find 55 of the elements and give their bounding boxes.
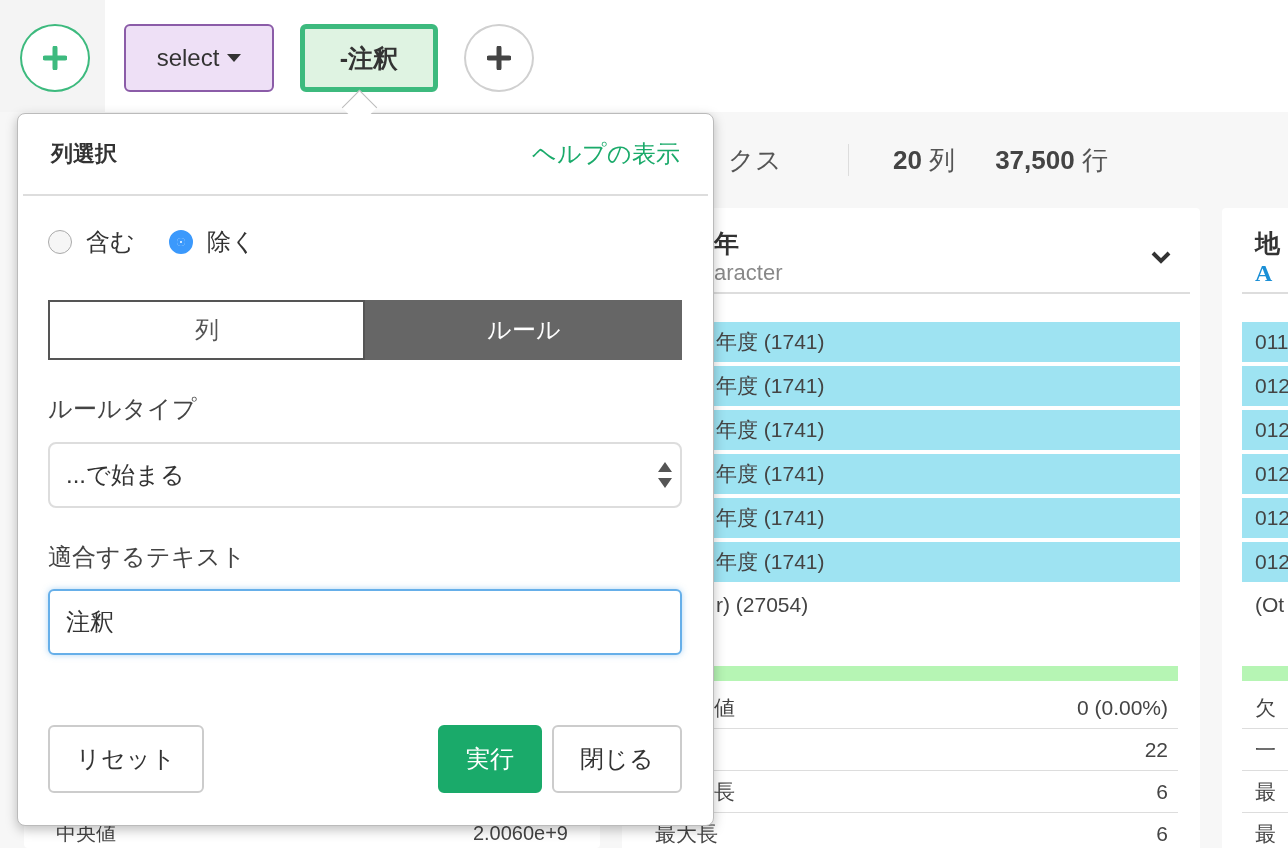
stat-label: 最 xyxy=(1255,820,1276,847)
other-values: (Ot xyxy=(1254,592,1286,618)
column-type: aracter xyxy=(714,259,783,287)
radio-option[interactable]: 含む xyxy=(48,226,135,258)
column-count: 20 列 xyxy=(893,143,956,177)
value-bar: 012 xyxy=(1242,542,1288,582)
popover-title: 列選択 xyxy=(51,140,117,168)
value-bar: 年度 (1741) xyxy=(714,410,1180,450)
value-bar: 年度 (1741) xyxy=(714,366,1180,406)
plus-icon xyxy=(43,46,67,70)
column-title: 年 xyxy=(714,228,740,259)
value-bar: 年度 (1741) xyxy=(714,542,1180,582)
radio-button[interactable] xyxy=(48,230,72,254)
stat-value: 6 xyxy=(1156,821,1168,846)
field-label: ルールタイプ xyxy=(48,394,198,424)
value-bar: 年度 (1741) xyxy=(714,498,1180,538)
select-dropdown[interactable]: select xyxy=(124,24,274,92)
stat-label: 長 xyxy=(714,778,735,805)
value-bar: 年度 (1741) xyxy=(714,454,1180,494)
action-button[interactable]: 閉じる xyxy=(552,725,682,793)
rule-type-select[interactable]: ...で始まる xyxy=(48,442,682,508)
stat-value: 6 xyxy=(1156,779,1168,804)
segment-tab[interactable]: ルール xyxy=(365,300,682,360)
radio-button[interactable] xyxy=(169,230,193,254)
column-title: 地 xyxy=(1255,228,1280,259)
value-bar: 012 xyxy=(1242,498,1288,538)
step-button[interactable]: -注釈 xyxy=(300,24,438,92)
stat-value: 22 xyxy=(1144,737,1168,762)
stat-value: 2.0060e+9 xyxy=(472,821,568,845)
match-text-field[interactable]: 注釈 xyxy=(48,589,682,655)
action-button[interactable]: リセット xyxy=(48,725,204,793)
chevron-down-icon[interactable] xyxy=(1150,250,1172,264)
radio-label: 含む xyxy=(86,227,135,257)
field-label: 適合するテキスト xyxy=(48,542,247,572)
value-bar: 012 xyxy=(1242,366,1288,406)
segment-tab[interactable]: 列 xyxy=(48,300,365,360)
updown-icon xyxy=(658,462,672,488)
radio-label: 除く xyxy=(207,227,256,257)
value-bar: 年度 (1741) xyxy=(714,322,1180,362)
value-bar: 011 xyxy=(1242,322,1288,362)
other-values: r) (27054) xyxy=(715,592,810,618)
caret-icon xyxy=(227,54,242,62)
stat-value: 0 (0.00%) xyxy=(1076,695,1168,720)
stat-label: 最大長 xyxy=(655,820,718,847)
radio-option[interactable]: 除く xyxy=(169,226,256,258)
dataset-name: クス xyxy=(728,143,782,177)
stat-label: 一 xyxy=(1255,736,1276,763)
stat-label: 最 xyxy=(1255,778,1276,805)
value-bar: 012 xyxy=(1242,410,1288,450)
stat-label: 値 xyxy=(714,694,735,721)
plus-icon xyxy=(487,46,511,70)
type-mark: A xyxy=(1255,259,1273,287)
row-count: 37,500 行 xyxy=(995,143,1108,177)
value-bar: 012 xyxy=(1242,454,1288,494)
stat-label: 欠 xyxy=(1255,694,1276,721)
